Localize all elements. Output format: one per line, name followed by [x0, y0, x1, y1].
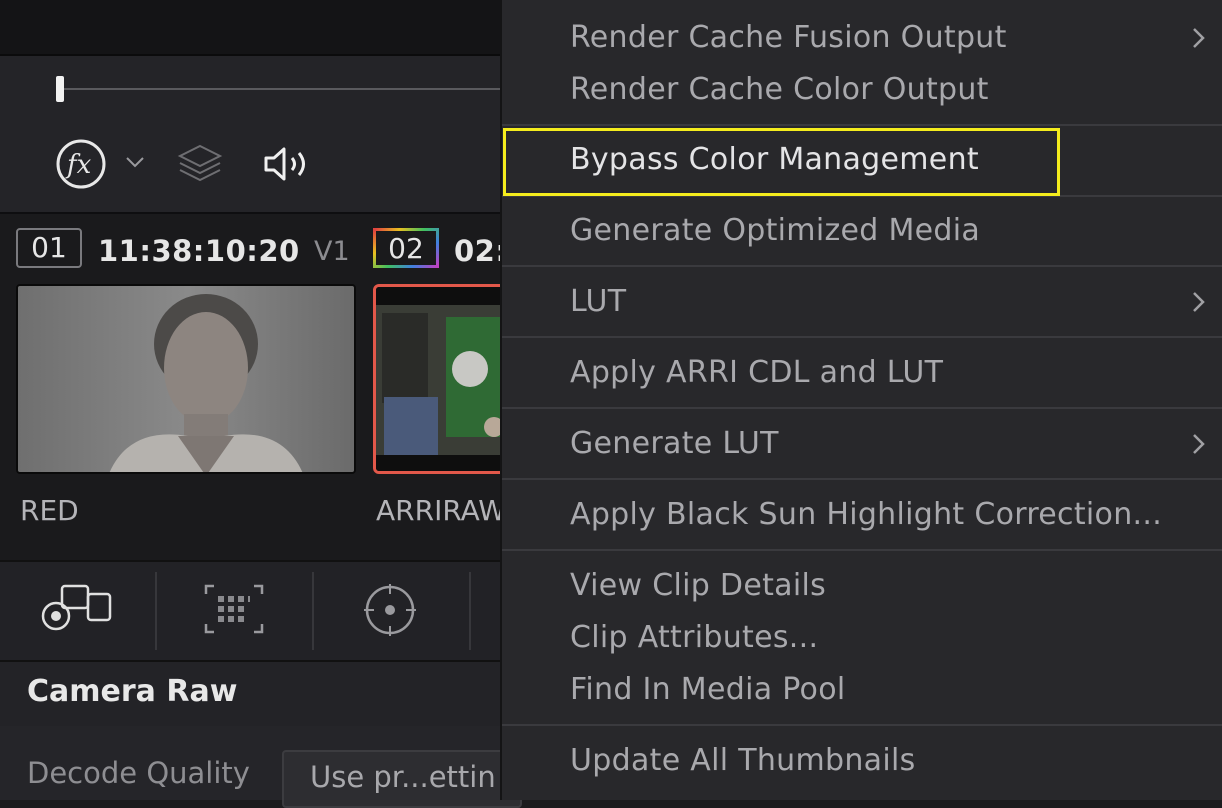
layers-icon[interactable]: [176, 142, 224, 186]
menu-item-update-all-thumbnails[interactable]: Update All Thumbnails: [570, 743, 916, 778]
playhead-handle[interactable]: [56, 76, 64, 102]
menu-item-view-clip-details[interactable]: View Clip Details: [570, 568, 826, 603]
menu-item-lut[interactable]: LUT: [570, 284, 626, 319]
menu-item-apply-arri-cdl-and-lut[interactable]: Apply ARRI CDL and LUT: [570, 355, 943, 390]
clip-thumbnail-red[interactable]: [16, 284, 356, 474]
clip-number-badge: 01: [16, 228, 82, 268]
timeline-scrubber[interactable]: [60, 88, 500, 90]
menu-separator: [502, 124, 1222, 126]
clip-name: RED: [20, 494, 79, 527]
menu-item-render-cache-fusion-output[interactable]: Render Cache Fusion Output: [570, 20, 1007, 55]
menu-item-render-cache-color-output[interactable]: Render Cache Color Output: [570, 72, 989, 107]
clip-number-badge: 02: [373, 228, 439, 268]
toolbar-divider: [469, 572, 471, 650]
svg-text:fx: fx: [65, 150, 92, 180]
clip-track: V1: [314, 236, 350, 267]
clip-timecode: 11:38:10:20: [98, 234, 300, 268]
menu-item-generate-lut[interactable]: Generate LUT: [570, 426, 779, 461]
decode-quality-label: Decode Quality: [27, 756, 250, 790]
clip-thumbnail-arriraw[interactable]: [373, 284, 500, 474]
decode-quality-select[interactable]: Use pr...ettin: [282, 750, 522, 808]
viewer-top-bar: [0, 0, 500, 56]
color-page-left-panel: fx 01 11:38:10:20 V1 02 02:: [0, 0, 500, 800]
menu-item-clip-attributes[interactable]: Clip Attributes...: [570, 620, 818, 655]
menu-separator: [502, 478, 1222, 480]
speaker-icon[interactable]: [262, 145, 314, 183]
menu-separator: [502, 407, 1222, 409]
menu-item-find-in-media-pool[interactable]: Find In Media Pool: [570, 672, 846, 707]
decode-quality-value: Use pr...ettin: [310, 760, 496, 794]
clip-timecode: 02:: [454, 234, 500, 268]
clip-name: ARRIRAW: [376, 494, 500, 527]
fx-icon[interactable]: fx: [55, 138, 107, 190]
toolbar-divider: [155, 572, 157, 650]
menu-separator: [502, 265, 1222, 267]
color-match-icon[interactable]: [204, 584, 264, 634]
arriraw-image: [376, 287, 500, 471]
menu-separator: [502, 336, 1222, 338]
menu-item-generate-optimized-media[interactable]: Generate Optimized Media: [570, 213, 980, 248]
chevron-right-icon: [1193, 434, 1205, 454]
menu-separator: [502, 724, 1222, 726]
color-wheels-icon[interactable]: [362, 582, 418, 638]
portrait-image: [18, 286, 354, 472]
highlight-annotation-box: [503, 128, 1060, 196]
toolbar-divider: [312, 572, 314, 650]
menu-separator: [502, 549, 1222, 551]
clip-context-menu: Render Cache Fusion Output Render Cache …: [500, 0, 1222, 800]
camera-raw-icon[interactable]: [40, 578, 116, 638]
section-title: Camera Raw: [27, 674, 238, 709]
chevron-down-icon[interactable]: [123, 152, 147, 172]
menu-item-apply-black-sun-highlight-correction[interactable]: Apply Black Sun Highlight Correction...: [570, 497, 1162, 532]
chevron-right-icon: [1193, 292, 1205, 312]
chevron-right-icon: [1193, 28, 1205, 48]
